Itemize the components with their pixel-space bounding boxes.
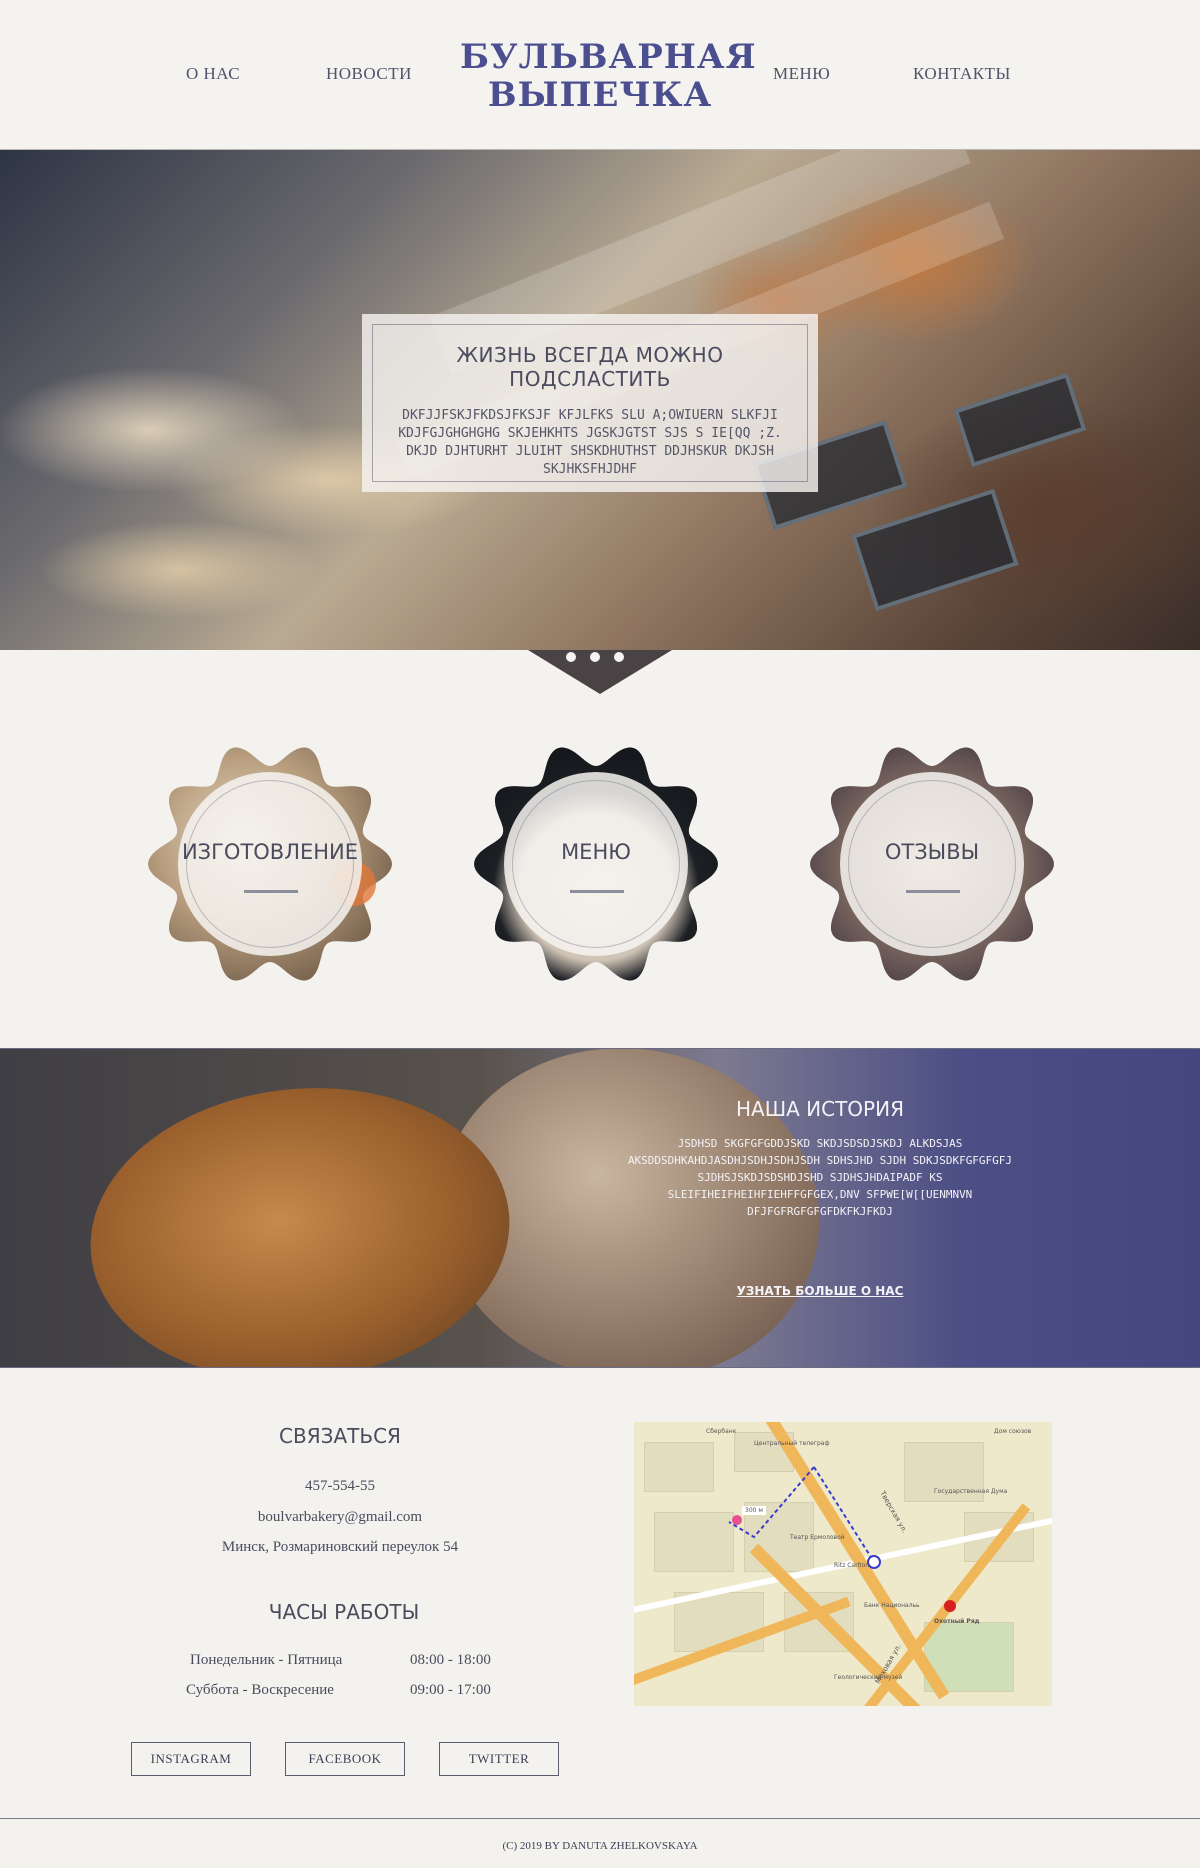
history-text: JSDHSD SKGFGFGDDJSKD SKDJSDSDJSKDJ ALKDS… [627, 1137, 1013, 1218]
grain-bread-image [75, 1067, 525, 1367]
nav-menu[interactable]: МЕНЮ [773, 64, 830, 84]
hero-title: ЖИЗНЬ ВСЕГДА МОЖНО ПОДСЛАСТИТЬ [456, 343, 724, 391]
map-label: Театр Ермоловой [790, 1534, 845, 1541]
history-title: НАША ИСТОРИЯ [736, 1097, 904, 1121]
site-header: О НАС НОВОСТИ БУЛЬВАРНАЯ ВЫПЕЧКА МЕНЮ КО… [0, 0, 1200, 150]
badge-label: ОТЗЫВЫ [884, 840, 980, 864]
logo-line-2: ВЫПЕЧКА [487, 75, 713, 115]
instagram-button[interactable]: INSTAGRAM [131, 1742, 251, 1776]
location-map[interactable]: Сбербанк Центральный телеграф Театр Ермо… [634, 1422, 1052, 1706]
badge-label: МЕНЮ [561, 840, 631, 864]
badge-underline [244, 890, 298, 893]
hero-slider: ЖИЗНЬ ВСЕГДА МОЖНО ПОДСЛАСТИТЬ DKFJJFSKJ… [0, 150, 1200, 650]
map-scale-label: 300 м [742, 1506, 766, 1515]
contact-phone[interactable]: 457-554-55 [140, 1478, 540, 1495]
history-section: НАША ИСТОРИЯ JSDHSD SKGFGFGDDJSKD SKDJSD… [0, 1048, 1200, 1368]
contact-address: Минск, Розмариновский переулок 54 [221, 1539, 459, 1555]
map-label: Ritz Carlton [834, 1562, 870, 1569]
map-label: Сбербанк [706, 1428, 737, 1435]
slider-dot-2[interactable] [590, 652, 600, 662]
badge-menu[interactable]: МЕНЮ [466, 734, 726, 994]
slider-dot-3[interactable] [614, 652, 624, 662]
slider-dots [566, 652, 624, 662]
nav-contacts[interactable]: КОНТАКТЫ [913, 64, 1011, 84]
hours-days-weekend: Суббота - Воскресение [186, 1682, 334, 1698]
hours-time-weekend: 09:00 - 17:00 [410, 1682, 491, 1698]
nav-news[interactable]: НОВОСТИ [326, 64, 412, 84]
hours-title: ЧАСЫ РАБОТЫ [268, 1600, 420, 1624]
map-label: Геологический музей [834, 1674, 903, 1681]
hero-caption-card: ЖИЗНЬ ВСЕГДА МОЖНО ПОДСЛАСТИТЬ DKFJJFSKJ… [362, 314, 818, 492]
hours-days-weekday: Понедельник - Пятница [190, 1652, 343, 1668]
facebook-button[interactable]: FACEBOOK [285, 1742, 405, 1776]
hours-time-weekday: 08:00 - 18:00 [410, 1652, 491, 1668]
site-logo[interactable]: БУЛЬВАРНАЯ ВЫПЕЧКА [460, 37, 757, 115]
nav-about[interactable]: О НАС [186, 64, 240, 84]
badge-underline [906, 890, 960, 893]
hero-chalkboard [851, 488, 1019, 612]
badge-underline [570, 890, 624, 893]
footer-divider [0, 1818, 1200, 1819]
twitter-button[interactable]: TWITTER [439, 1742, 559, 1776]
map-label: Охотный Ряд [934, 1618, 980, 1625]
map-label: Центральный телеграф [754, 1440, 830, 1447]
map-label: Государственная Дума [934, 1488, 1008, 1495]
badge-production[interactable]: ИЗГОТОВЛЕНИЕ [140, 734, 400, 994]
logo-line-1: БУЛЬВАРНАЯ [460, 37, 757, 77]
badge-label: ИЗГОТОВЛЕНИЕ [181, 840, 359, 864]
footer-copyright: (C) 2019 BY DANUTA ZHELKOVSKAYA [502, 1840, 698, 1852]
slider-dot-1[interactable] [566, 652, 576, 662]
hero-chalkboard [953, 372, 1087, 468]
learn-more-link[interactable]: УЗНАТЬ БОЛЬШЕ О НАС [737, 1284, 904, 1298]
contact-email[interactable]: boulvarbakery@gmail.com [140, 1509, 540, 1526]
hero-text: DKFJJFSKJFKDSJFKSJF KFJLFKS SLU A;OWIUER… [398, 408, 782, 477]
badge-reviews[interactable]: ОТЗЫВЫ [802, 734, 1062, 994]
contact-title: СВЯЗАТЬСЯ [279, 1424, 401, 1448]
map-label: Дом союзов [994, 1428, 1032, 1435]
map-label: Банк Национальь [864, 1602, 920, 1609]
